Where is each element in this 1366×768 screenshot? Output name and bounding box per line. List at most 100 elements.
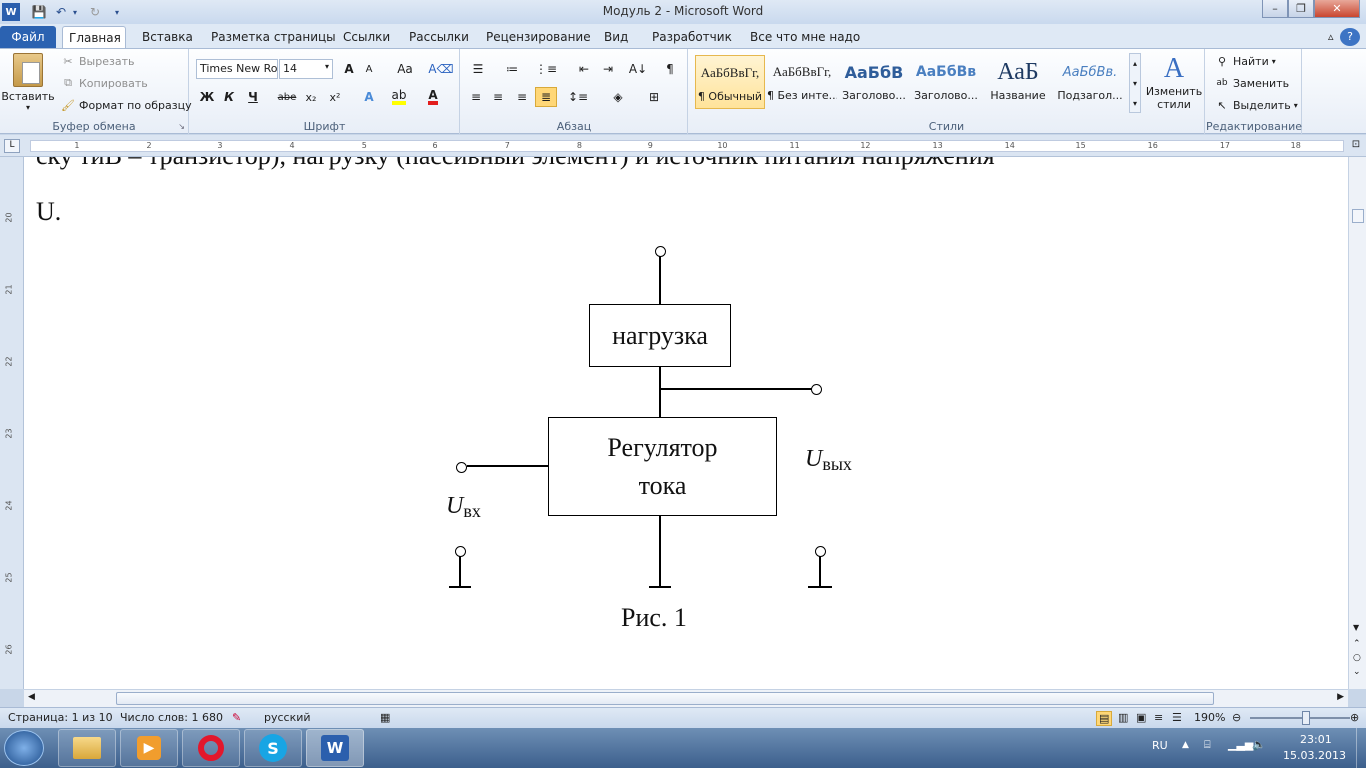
grow-font-button[interactable]: A bbox=[338, 59, 360, 79]
partial-text-line[interactable]: ску тиВ – транзистор), нагрузку (пассивн… bbox=[36, 157, 995, 171]
line-spacing-icon[interactable]: ↕≡ bbox=[567, 87, 589, 107]
bullets-icon[interactable]: ☰ bbox=[467, 59, 489, 79]
decrease-indent-icon[interactable]: ⇤ bbox=[573, 59, 595, 79]
scroll-down-icon[interactable]: ▼ bbox=[1353, 623, 1359, 632]
tab-page-layout[interactable]: Разметка страницы bbox=[205, 26, 342, 48]
tab-home[interactable]: Главная bbox=[62, 26, 126, 48]
vertical-ruler[interactable]: 20 21 22 23 24 25 26 bbox=[0, 157, 24, 689]
numbering-icon[interactable]: ≔ bbox=[501, 59, 523, 79]
clock-date[interactable]: 15.03.2013 bbox=[1283, 749, 1346, 762]
taskbar-word[interactable]: W bbox=[306, 729, 364, 767]
shading-icon[interactable]: ◈ bbox=[607, 87, 629, 107]
cut-button[interactable]: ✂ Вырезать bbox=[60, 53, 134, 69]
word-count[interactable]: Число слов: 1 680 bbox=[120, 711, 223, 724]
macro-icon[interactable]: ▦ bbox=[380, 711, 390, 724]
volume-icon[interactable]: 🔈 bbox=[1252, 738, 1266, 751]
style-normal[interactable]: АаБбВвГг, ¶ Обычный bbox=[695, 55, 765, 109]
superscript-button[interactable]: x² bbox=[324, 87, 346, 107]
full-screen-icon[interactable]: ▥ bbox=[1118, 711, 1128, 724]
show-desktop-button[interactable] bbox=[1356, 728, 1366, 768]
next-page-icon[interactable]: ⌄ bbox=[1353, 667, 1361, 677]
justify-icon[interactable]: ≣ bbox=[535, 87, 557, 107]
maximize-button[interactable]: ❐ bbox=[1288, 0, 1314, 18]
style-heading2[interactable]: АаБбВв Заголово... bbox=[911, 55, 981, 109]
tray-device-icon[interactable]: ⌸ bbox=[1204, 738, 1211, 752]
format-painter-button[interactable]: 🖌 Формат по образцу bbox=[60, 97, 192, 113]
clock-time[interactable]: 23:01 bbox=[1300, 733, 1332, 746]
scroll-left-icon[interactable]: ◀ bbox=[28, 692, 35, 702]
show-marks-button[interactable]: ¶ bbox=[659, 59, 681, 79]
paste-button[interactable]: Вставить ▾ bbox=[1, 53, 55, 117]
tab-review[interactable]: Рецензирование bbox=[480, 26, 597, 48]
scroll-right-icon[interactable]: ▶ bbox=[1337, 692, 1344, 702]
increase-indent-icon[interactable]: ⇥ bbox=[597, 59, 619, 79]
taskbar-explorer[interactable] bbox=[58, 729, 116, 767]
network-icon[interactable]: ▁▃▅ bbox=[1228, 738, 1253, 751]
vertical-scrollbar[interactable]: ▼ ⌃ ○ ⌄ bbox=[1348, 157, 1366, 689]
tab-developer[interactable]: Разработчик bbox=[646, 26, 738, 48]
style-title[interactable]: АаБ Название bbox=[983, 55, 1053, 109]
zoom-level[interactable]: 190% bbox=[1194, 711, 1225, 724]
style-no-spacing[interactable]: АаБбВвГг, ¶ Без инте... bbox=[767, 55, 837, 109]
input-language[interactable]: RU bbox=[1152, 739, 1168, 752]
style-subtitle[interactable]: АаБбВв. Подзагол... bbox=[1055, 55, 1125, 109]
web-layout-icon[interactable]: ▣ bbox=[1136, 711, 1146, 724]
find-button[interactable]: ⚲ Найти ▾ bbox=[1214, 53, 1276, 69]
view-ruler-icon[interactable]: ⊡ bbox=[1348, 139, 1364, 153]
replace-button[interactable]: ab Заменить bbox=[1214, 75, 1289, 91]
help-icon[interactable]: ? bbox=[1340, 28, 1360, 46]
language-status[interactable]: русский bbox=[264, 711, 311, 724]
shrink-font-button[interactable]: A bbox=[358, 59, 380, 79]
tab-custom[interactable]: Все что мне надо bbox=[744, 26, 866, 48]
styles-scroll-control[interactable]: ▴ ▾ ▾ bbox=[1129, 53, 1141, 113]
horizontal-ruler[interactable]: L 1 2 3 4 5 6 7 8 9 10 11 12 13 14 15 16… bbox=[0, 135, 1366, 157]
taskbar-skype[interactable]: S bbox=[244, 729, 302, 767]
sort-icon[interactable]: A↓ bbox=[627, 59, 649, 79]
horizontal-scrollbar[interactable]: ◀ ▶ bbox=[24, 689, 1348, 707]
zoom-slider-thumb[interactable] bbox=[1302, 711, 1310, 725]
tab-selector[interactable]: L bbox=[4, 139, 20, 153]
align-center-icon[interactable]: ≡ bbox=[487, 87, 509, 107]
style-heading1[interactable]: АаБбВ Заголово... bbox=[839, 55, 909, 109]
document-page[interactable]: ску тиВ – транзистор), нагрузку (пассивн… bbox=[24, 157, 1348, 689]
taskbar-media-player[interactable]: ▶ bbox=[120, 729, 178, 767]
zoom-in-icon[interactable]: ⊕ bbox=[1350, 711, 1359, 724]
tab-file[interactable]: Файл bbox=[0, 26, 56, 48]
align-right-icon[interactable]: ≡ bbox=[511, 87, 533, 107]
zoom-slider[interactable] bbox=[1250, 717, 1350, 719]
text-line-u[interactable]: U. bbox=[36, 197, 61, 227]
proofing-icon[interactable]: ✎ bbox=[232, 711, 241, 724]
prev-page-icon[interactable]: ⌃ bbox=[1353, 639, 1361, 649]
text-effects-icon[interactable]: A bbox=[358, 87, 380, 107]
close-button[interactable]: ✕ bbox=[1314, 0, 1360, 18]
taskbar-opera[interactable] bbox=[182, 729, 240, 767]
browse-object-icon[interactable]: ○ bbox=[1353, 653, 1361, 663]
page-status[interactable]: Страница: 1 из 10 bbox=[8, 711, 113, 724]
bold-button[interactable]: Ж bbox=[196, 87, 218, 107]
underline-button[interactable]: Ч bbox=[242, 87, 264, 107]
clear-format-icon[interactable]: A⌫ bbox=[428, 59, 453, 79]
tab-view[interactable]: Вид bbox=[598, 26, 634, 48]
change-styles-button[interactable]: A Изменить стили bbox=[1145, 53, 1203, 117]
font-name-combo[interactable]: Times New Ro bbox=[196, 59, 278, 79]
draft-icon[interactable]: ☰ bbox=[1172, 711, 1182, 724]
change-case-button[interactable]: Aa bbox=[390, 59, 420, 79]
align-left-icon[interactable]: ≡ bbox=[465, 87, 487, 107]
zoom-out-icon[interactable]: ⊖ bbox=[1232, 711, 1241, 724]
scroll-thumb-horizontal[interactable] bbox=[116, 692, 1214, 705]
subscript-button[interactable]: x₂ bbox=[300, 87, 322, 107]
minimize-ribbon-icon[interactable]: ▵ bbox=[1322, 26, 1340, 48]
tab-insert[interactable]: Вставка bbox=[136, 26, 199, 48]
copy-button[interactable]: ⧉ Копировать bbox=[60, 75, 148, 91]
print-layout-icon[interactable]: ▤ bbox=[1096, 711, 1113, 726]
tab-references[interactable]: Ссылки bbox=[337, 26, 396, 48]
clipboard-launcher-icon[interactable]: ↘ bbox=[178, 122, 185, 131]
strikethrough-button[interactable]: abe bbox=[276, 87, 298, 107]
borders-icon[interactable]: ⊞ bbox=[643, 87, 665, 107]
font-size-combo[interactable]: 14 ▾ bbox=[279, 59, 333, 79]
multilevel-list-icon[interactable]: ⋮≡ bbox=[535, 59, 557, 79]
select-button[interactable]: ↖ Выделить ▾ bbox=[1214, 97, 1297, 113]
scroll-thumb[interactable] bbox=[1352, 209, 1364, 223]
font-color-icon[interactable]: A bbox=[422, 87, 444, 107]
tab-mailings[interactable]: Рассылки bbox=[403, 26, 475, 48]
